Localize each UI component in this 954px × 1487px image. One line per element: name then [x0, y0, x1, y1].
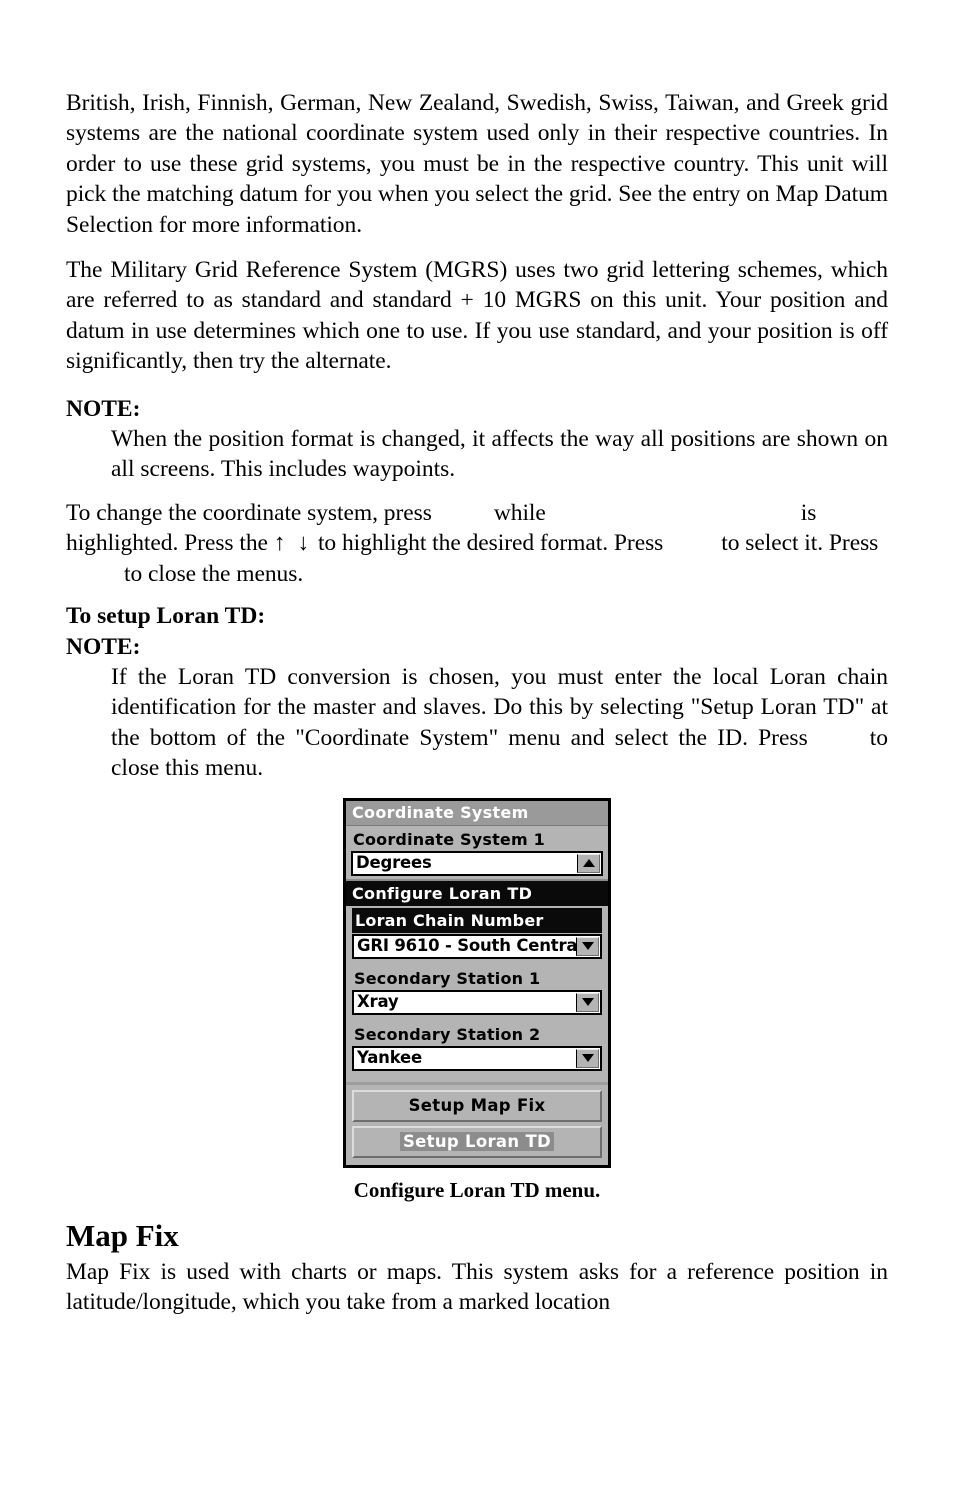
combo-value-secondary-station-1: Xray: [357, 992, 399, 1012]
configure-loran-td-dialog: Configure Loran TD Loran Chain Number GR…: [346, 878, 608, 1076]
p3-segment-d: to highlight the desired format. Press: [317, 530, 664, 557]
menu-titlebar: Coordinate System: [346, 800, 608, 826]
p3-segment-b: while: [493, 499, 546, 526]
device-screenshot-figure: Coordinate System Coordinate System 1 De…: [66, 797, 888, 1168]
combo-value-loran-chain-number: GRI 9610 - South Central: [357, 936, 583, 956]
paragraph-change-coordinate-system: To change the coordinate system, press wh…: [66, 498, 888, 589]
combo-loran-chain-number[interactable]: GRI 9610 - South Central: [352, 933, 602, 959]
p3-segment-f: to close the menus.: [124, 560, 304, 587]
p3-segment-a: To change the coordinate system, press: [66, 499, 432, 526]
menu-button-row: Setup Map Fix Setup Loran TD: [346, 1088, 608, 1158]
combo-secondary-station-2[interactable]: Yankee: [352, 1045, 602, 1071]
triangle-down-glyph: [581, 1054, 594, 1063]
menu-upper-panel: Coordinate System 1 Degrees Configure Lo…: [346, 825, 608, 1080]
triangle-down-glyph: [581, 998, 594, 1007]
triangle-up-icon[interactable]: [577, 853, 600, 873]
paragraph-mgrs: The Military Grid Reference System (MGRS…: [66, 257, 888, 375]
note-label-position-format: NOTE:: [66, 395, 141, 422]
label-coordinate-system-1: Coordinate System 1: [353, 829, 545, 849]
inner-dialog-body: Loran Chain Number GRI 9610 - South Cent…: [346, 906, 608, 1076]
section-heading-map-fix: Map Fix: [66, 1217, 179, 1253]
triangle-down-icon-station-2[interactable]: [576, 1048, 599, 1068]
paragraph-map-fix: Map Fix is used with charts or maps. Thi…: [66, 1258, 888, 1315]
combo-secondary-station-1[interactable]: Xray: [352, 989, 602, 1015]
setup-map-fix-button[interactable]: Setup Map Fix: [352, 1089, 602, 1122]
setup-loran-td-label: Setup Loran TD: [399, 1132, 555, 1152]
setup-map-fix-label: Setup Map Fix: [408, 1096, 546, 1116]
note-text-position-format: When the position format is changed, it …: [111, 426, 888, 483]
arrow-keys-icon: ↑ ↓: [273, 530, 313, 557]
figure-caption: Configure Loran TD menu.: [353, 1177, 601, 1202]
combo-coordinate-system-1[interactable]: Degrees: [351, 850, 603, 876]
combo-value-coordinate-system-1: Degrees: [356, 853, 432, 873]
label-secondary-station-1: Secondary Station 1: [354, 968, 541, 988]
note-label-loran: NOTE:: [66, 633, 141, 660]
combo-value-secondary-station-2: Yankee: [357, 1048, 423, 1068]
triangle-down-icon-loran-chain[interactable]: [576, 936, 599, 956]
inner-dialog-title: Configure Loran TD: [346, 880, 608, 906]
document-page: British, Irish, Finnish, German, New Zea…: [66, 0, 888, 1324]
subheading-setup-loran-td: To setup Loran TD:: [66, 603, 266, 630]
setup-loran-td-button[interactable]: Setup Loran TD: [352, 1125, 602, 1158]
note-text-loran: If the Loran TD conversion is chosen, yo…: [66, 662, 888, 784]
p3-segment-e: to select it. Press: [721, 530, 879, 557]
label-loran-chain-number: Loran Chain Number: [352, 907, 602, 933]
triangle-down-glyph: [581, 942, 594, 951]
note2-segment-a: If the Loran TD conversion is chosen, yo…: [111, 663, 888, 751]
coordinate-system-menu-window: Coordinate System Coordinate System 1 De…: [343, 797, 611, 1168]
label-secondary-station-2: Secondary Station 2: [354, 1024, 541, 1044]
paragraph-grid-systems: British, Irish, Finnish, German, New Zea…: [66, 90, 888, 238]
menu-divider: [346, 1081, 608, 1085]
triangle-down-icon-station-1[interactable]: [576, 992, 599, 1012]
triangle-up-glyph: [582, 859, 595, 868]
